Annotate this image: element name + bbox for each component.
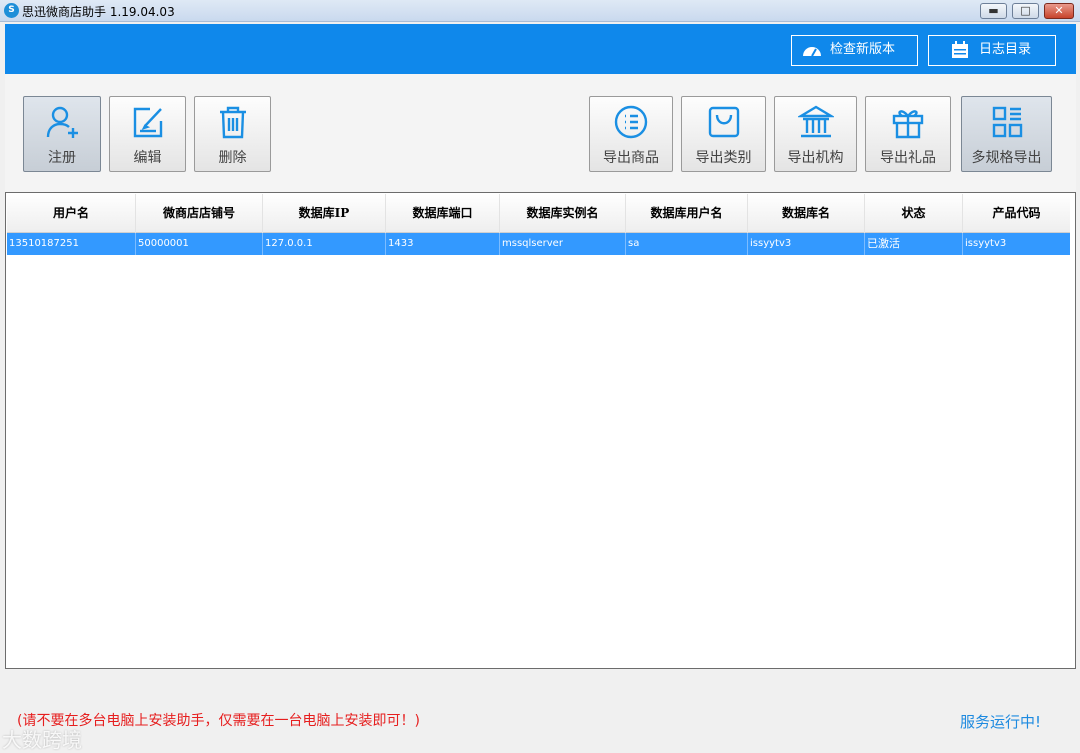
account-table[interactable]: 用户名 微商店店铺号 数据库IP 数据库端口 数据库实例名 数据库用户名 数据库… bbox=[5, 192, 1076, 669]
cell-db-instance: mssqlserver bbox=[500, 233, 626, 255]
register-button[interactable]: 注册 bbox=[23, 96, 101, 172]
toolbar: 注册 编辑 删除 导出商品 导出类别 导出机构 导出礼品 多规格导出 bbox=[5, 74, 1076, 192]
table-row[interactable]: 13510187251 50000001 127.0.0.1 1433 mssq… bbox=[7, 233, 1070, 255]
edit-label: 编辑 bbox=[133, 150, 162, 166]
cell-store-id: 50000001 bbox=[136, 233, 263, 255]
column-header-username[interactable]: 用户名 bbox=[7, 194, 136, 233]
cell-db-user: sa bbox=[626, 233, 748, 255]
delete-label: 删除 bbox=[218, 150, 247, 166]
column-header-db-name[interactable]: 数据库名 bbox=[748, 194, 865, 233]
column-header-store-id[interactable]: 微商店店铺号 bbox=[136, 194, 263, 233]
column-header-db-instance[interactable]: 数据库实例名 bbox=[500, 194, 626, 233]
maximize-icon: □ bbox=[1020, 4, 1031, 17]
column-header-status[interactable]: 状态 bbox=[865, 194, 963, 233]
export-categories-button[interactable]: 导出类别 bbox=[681, 96, 766, 172]
cell-username: 13510187251 bbox=[7, 233, 136, 255]
cell-status: 已激活 bbox=[865, 233, 963, 255]
cell-db-ip: 127.0.0.1 bbox=[263, 233, 386, 255]
minimize-icon: ▬ bbox=[988, 4, 999, 17]
bag-icon bbox=[708, 106, 739, 138]
window-title: 思迅微商店助手 1.19.04.03 bbox=[22, 5, 175, 19]
edit-button[interactable]: 编辑 bbox=[109, 96, 186, 172]
calendar-icon bbox=[952, 41, 968, 58]
close-button[interactable]: ✕ bbox=[1044, 3, 1074, 19]
log-directory-button[interactable]: 日志目录 bbox=[928, 35, 1056, 66]
service-status: 服务运行中! bbox=[960, 713, 1042, 731]
delete-button[interactable]: 删除 bbox=[194, 96, 271, 172]
trash-icon bbox=[219, 106, 246, 139]
header-bar: 检查新版本 日志目录 bbox=[5, 24, 1076, 74]
column-header-product-code[interactable]: 产品代码 bbox=[963, 194, 1070, 233]
user-add-icon bbox=[46, 106, 78, 138]
export-gifts-label: 导出礼品 bbox=[880, 150, 936, 166]
list-icon bbox=[614, 105, 648, 139]
window-titlebar: S 思迅微商店助手 1.19.04.03 ▬ □ ✕ bbox=[0, 0, 1080, 22]
grid-icon bbox=[992, 106, 1022, 138]
multi-spec-export-label: 多规格导出 bbox=[971, 150, 1042, 166]
bank-icon bbox=[797, 105, 834, 138]
close-icon: ✕ bbox=[1054, 4, 1064, 17]
edit-icon bbox=[133, 107, 162, 138]
gift-icon bbox=[892, 110, 924, 139]
cell-db-port: 1433 bbox=[386, 233, 500, 255]
maximize-button[interactable]: □ bbox=[1012, 3, 1039, 19]
log-directory-label: 日志目录 bbox=[979, 42, 1032, 57]
multi-spec-export-button[interactable]: 多规格导出 bbox=[961, 96, 1052, 172]
column-header-db-user[interactable]: 数据库用户名 bbox=[626, 194, 748, 233]
export-goods-label: 导出商品 bbox=[603, 150, 659, 166]
app-logo-icon: S bbox=[4, 3, 19, 18]
cell-db-name: issyytv3 bbox=[748, 233, 865, 255]
check-update-button[interactable]: 检查新版本 bbox=[791, 35, 918, 66]
table-header: 用户名 微商店店铺号 数据库IP 数据库端口 数据库实例名 数据库用户名 数据库… bbox=[7, 194, 1070, 233]
export-categories-label: 导出类别 bbox=[695, 150, 752, 166]
export-organizations-label: 导出机构 bbox=[787, 150, 844, 166]
register-label: 注册 bbox=[48, 150, 76, 166]
column-header-db-ip[interactable]: 数据库IP bbox=[263, 194, 386, 233]
export-goods-button[interactable]: 导出商品 bbox=[589, 96, 673, 172]
minimize-button[interactable]: ▬ bbox=[980, 3, 1007, 19]
check-update-label: 检查新版本 bbox=[830, 42, 896, 57]
column-header-db-port[interactable]: 数据库端口 bbox=[386, 194, 500, 233]
export-organizations-button[interactable]: 导出机构 bbox=[774, 96, 857, 172]
watermark-logo: 大数跨境 bbox=[2, 728, 82, 752]
cell-product-code: issyytv3 bbox=[965, 238, 1007, 249]
gauge-icon bbox=[803, 47, 821, 57]
export-gifts-button[interactable]: 导出礼品 bbox=[865, 96, 951, 172]
